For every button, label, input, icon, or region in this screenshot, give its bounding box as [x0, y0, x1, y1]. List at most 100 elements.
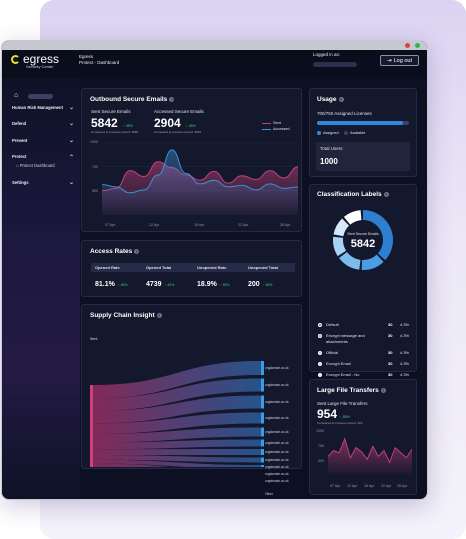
classification-pct: 4.3%	[400, 333, 410, 338]
sankey-dest-node[interactable]	[261, 412, 264, 424]
classification-value: 30	[388, 361, 393, 366]
help-icon[interactable]: ?	[338, 96, 344, 102]
sankey-dest-node[interactable]	[261, 378, 264, 392]
sankey-dest-label: orgdomain.co.uk	[265, 416, 289, 420]
classification-pct: 4.3%	[400, 350, 410, 355]
logout-icon: ⇥	[387, 57, 392, 64]
sankey-dest-node[interactable]	[261, 439, 264, 447]
window-titlebar	[2, 41, 427, 50]
sent-label: Sent Secure Emails	[91, 109, 131, 114]
sankey-dest-label: orgdomain.co.uk	[265, 465, 289, 469]
sidebar-item-label: Human Risk Management	[12, 105, 63, 110]
classification-title: Classification Labels?	[317, 191, 389, 198]
home-icon[interactable]: ⌂	[14, 92, 18, 99]
sent-value: 5842	[91, 116, 118, 130]
classification-value: 30	[388, 322, 393, 327]
licenses-label: 700/750 Assigned Licenses	[317, 111, 372, 116]
sidebar-item-protect[interactable]: Protect ⌃	[12, 154, 74, 161]
sidebar-item-defend[interactable]: Defend ⌄	[12, 121, 74, 127]
maximize-dot-icon[interactable]	[415, 43, 420, 48]
classification-dot-icon	[318, 373, 322, 377]
sankey-dest-label: orgdomain.co.uk	[265, 366, 289, 370]
brand-subtitle: Security Center	[26, 64, 54, 69]
classification-name: Encrypt message and attachments	[326, 333, 365, 344]
donut-center-label: Sent Secure Emails	[347, 232, 379, 236]
sent-delta: ↑ 45%	[123, 124, 133, 128]
help-icon[interactable]: ?	[169, 96, 175, 102]
legend-accessed[interactable]: Accessed	[262, 127, 289, 131]
legend-assigned: Assigned	[317, 131, 339, 135]
sankey-dest-node[interactable]	[261, 465, 264, 467]
header-line-2: Protect - Dashboard	[79, 60, 120, 65]
donut-segment[interactable]	[361, 254, 384, 270]
sankey-dest-label: orgdomain.co.uk	[265, 441, 289, 445]
usage-title: Usage?	[317, 96, 344, 103]
x-tick: 22 Apr	[381, 484, 392, 488]
classification-value: 30	[388, 333, 393, 338]
sankey-dest-label: orgdomain.co.uk	[265, 458, 289, 462]
classification-title-text: Classification Labels	[317, 191, 382, 198]
cell-delta: ↑ 45%	[164, 283, 175, 287]
sankey-dest-node[interactable]	[261, 457, 264, 463]
sidebar-item-label: Prevent	[12, 138, 28, 143]
legend-swatch	[262, 122, 271, 124]
outbound-card-title: Outbound Secure Emails?	[90, 96, 175, 103]
classification-dot-icon	[318, 323, 322, 327]
sankey-dest-label: orgdomain.co.uk	[265, 430, 289, 434]
sankey-dest-node[interactable]	[261, 395, 264, 409]
accessed-label: Accessed Secure Emails	[154, 109, 204, 114]
cell-value: 200	[248, 281, 260, 288]
total-users-box: Total Users 1000	[316, 142, 410, 171]
donut-segment[interactable]	[339, 252, 361, 270]
legend-label: Available	[350, 131, 366, 135]
sankey-dest-node[interactable]	[261, 427, 264, 437]
classification-dot-icon	[318, 334, 322, 338]
classification-value: 30	[388, 372, 393, 377]
sidebar-item-label: Defend	[12, 121, 27, 126]
sankey-dest-label: orgdomain.co.uk	[265, 450, 289, 454]
x-tick: 16 Apr	[364, 484, 375, 488]
sidebar-subitem-protect-dashboard[interactable]: ⌂ Protect Dashboard	[16, 163, 55, 168]
close-dot-icon[interactable]	[405, 43, 410, 48]
accessed-compare: Compared to previous period: 3983	[154, 130, 202, 134]
username-placeholder	[313, 62, 357, 67]
sidebar-item-prevent[interactable]: Prevent ⌄	[12, 138, 74, 144]
x-tick: 07 Apr	[105, 223, 116, 227]
page-title: Egress Protect - Dashboard	[79, 54, 119, 66]
column-header: Opened Total	[146, 265, 172, 270]
sankey-source-node[interactable]	[90, 385, 93, 467]
y-tick: 750	[318, 444, 324, 448]
chevron-down-icon: ⌄	[68, 138, 74, 144]
table-cell: 200 ↑ 45%	[244, 274, 295, 289]
help-icon[interactable]: ?	[156, 312, 162, 318]
classification-value: 30	[388, 350, 393, 355]
cell-delta: ↑ 45%	[262, 283, 273, 287]
sankey-flow[interactable]	[93, 449, 261, 455]
legend-sent[interactable]: Sent	[262, 121, 281, 125]
logout-label: Log out	[393, 57, 412, 64]
sidebar-item-human-risk[interactable]: Human Risk Management ⌄	[12, 105, 74, 111]
sidebar-item-label: Settings	[12, 180, 29, 185]
sidebar-item-settings[interactable]: Settings ⌄	[12, 180, 74, 186]
classification-pct: 4.3%	[400, 322, 410, 327]
large-files-delta: ↑ 58%	[340, 415, 350, 419]
help-icon[interactable]: ?	[380, 387, 386, 393]
sankey-dest-node[interactable]	[261, 361, 264, 375]
help-icon[interactable]: ?	[383, 191, 389, 197]
logout-button[interactable]: ⇥ Log out	[380, 55, 419, 66]
column-header: Unopened Rate	[197, 265, 227, 270]
table-cell: 81.1% ↑ 45%	[91, 274, 142, 289]
cell-delta: ↑ 45%	[117, 283, 128, 287]
sankey-dest-node[interactable]	[261, 449, 264, 455]
column-header: Unopened Total	[248, 265, 278, 270]
x-tick: 12 Apr	[347, 484, 358, 488]
legend-available: Available	[344, 131, 365, 135]
help-icon[interactable]: ?	[134, 248, 140, 254]
donut-segment[interactable]	[343, 210, 362, 225]
cell-value: 81.1%	[95, 281, 115, 288]
access-rates-header-row: Opened Rate Opened Total Unopened Rate U…	[91, 263, 295, 272]
accessed-delta: ↑ 45%	[186, 124, 196, 128]
egress-logo-icon	[11, 54, 20, 64]
classification-name: Encrypt Email	[326, 361, 351, 366]
chevron-up-icon: ⌃	[68, 155, 74, 161]
